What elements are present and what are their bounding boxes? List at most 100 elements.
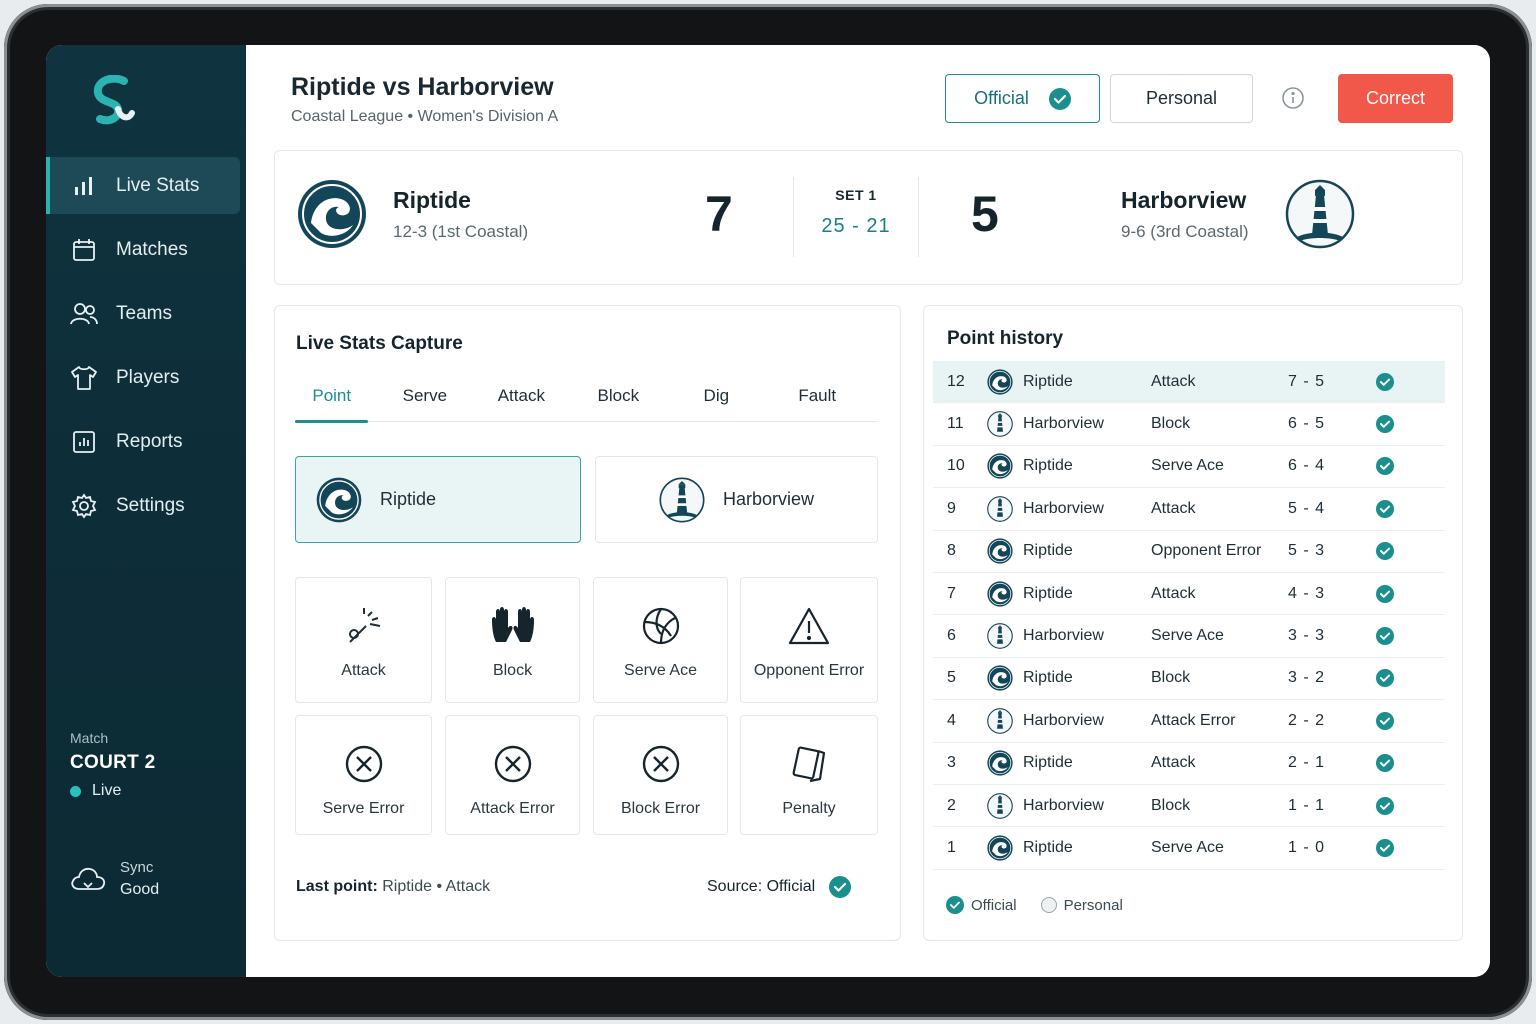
history-row[interactable]: 5 Riptide Block 3 - 2 <box>933 658 1445 701</box>
tab-fault[interactable]: Fault <box>757 376 877 421</box>
official-label: Official <box>974 88 1029 108</box>
panel-title: Live Stats Capture <box>296 333 463 354</box>
sidebar-item-teams[interactable]: Teams <box>46 285 240 342</box>
point-action: Attack <box>1151 584 1196 602</box>
check-circle-icon <box>1376 669 1416 688</box>
action-serve-error-button[interactable]: Serve Error <box>295 715 432 835</box>
close-circle-icon <box>493 742 533 786</box>
point-number: 3 <box>947 754 956 772</box>
tab-point[interactable]: Point <box>295 376 369 423</box>
history-row[interactable]: 2 Harborview Block 1 - 1 <box>933 785 1445 828</box>
action-penalty-button[interactable]: Penalty <box>740 715 878 835</box>
point-score: 1 - 1 <box>1288 796 1326 814</box>
check-circle-icon <box>1376 415 1416 434</box>
history-row[interactable]: 6 Harborview Serve Ace 3 - 3 <box>933 615 1445 658</box>
action-label: Attack <box>341 662 386 679</box>
sidebar-item-reports[interactable]: Reports <box>46 413 240 470</box>
last-point-value: Riptide • Attack <box>382 878 491 895</box>
away-team: Harborview 9-6 (3rd Coastal) <box>1121 179 1355 249</box>
spike-icon <box>342 604 386 648</box>
tab-block[interactable]: Block <box>562 376 676 421</box>
match-info: Match COURT 2 Live <box>70 730 156 800</box>
source-indicator: Source: Official <box>707 876 852 898</box>
point-score: 2 - 2 <box>1288 711 1326 729</box>
penalty-card-icon <box>790 742 828 786</box>
point-score: 4 - 3 <box>1288 584 1326 602</box>
point-action: Attack <box>1151 754 1196 772</box>
point-team: Riptide <box>1023 754 1073 772</box>
panel-title: Point history <box>947 328 1064 349</box>
info-icon[interactable] <box>1282 87 1304 109</box>
point-number: 6 <box>947 627 956 645</box>
history-row[interactable]: 12 Riptide Attack 7 - 5 <box>933 361 1445 404</box>
tab-attack[interactable]: Attack <box>481 376 561 421</box>
tab-dig[interactable]: Dig <box>675 376 757 421</box>
point-action: Serve Ace <box>1151 457 1224 475</box>
capture-tabs: Point Serve Attack Block Dig Fault <box>295 376 877 423</box>
history-row[interactable]: 1 Riptide Serve Ace 1 - 0 <box>933 827 1445 870</box>
point-score: 3 - 3 <box>1288 627 1326 645</box>
action-attack-button[interactable]: Attack <box>295 577 432 703</box>
action-attack-error-button[interactable]: Attack Error <box>445 715 580 835</box>
sync-label: Sync <box>120 859 154 876</box>
point-number: 8 <box>947 542 956 560</box>
legend-personal: Personal <box>1040 897 1123 914</box>
history-row[interactable]: 3 Riptide Attack 2 - 1 <box>933 743 1445 785</box>
point-number: 4 <box>947 711 956 729</box>
live-status: Live <box>70 782 156 800</box>
personal-toggle-button[interactable]: Personal <box>1110 74 1253 123</box>
check-circle-icon <box>1376 584 1416 603</box>
history-row[interactable]: 11 Harborview Block 6 - 5 <box>933 403 1445 446</box>
official-toggle-button[interactable]: Official <box>945 74 1100 123</box>
check-circle-icon <box>1376 457 1416 476</box>
action-label: Block Error <box>620 800 701 817</box>
jersey-icon <box>70 364 98 392</box>
point-history-panel: Point history 12 Riptide Attack 7 - 5 11 Harb… <box>923 305 1463 941</box>
point-team: Harborview <box>1023 415 1104 433</box>
legend-label: Official <box>971 896 1017 914</box>
home-team-record: 12-3 (1st Coastal) <box>393 221 529 241</box>
live-dot-icon <box>70 785 81 797</box>
action-block-error-button[interactable]: Block Error <box>593 715 728 835</box>
page-title: Riptide vs Harborview <box>291 73 554 101</box>
source-label: Source: <box>707 878 763 895</box>
team-select-harborview[interactable]: Harborview <box>595 456 878 543</box>
point-action: Block <box>1151 415 1191 433</box>
source-value: Official <box>766 878 816 895</box>
sidebar-item-matches[interactable]: Matches <box>46 221 240 278</box>
wave-logo-icon <box>987 581 1023 607</box>
point-score: 6 - 4 <box>1288 457 1326 475</box>
calendar-icon <box>70 236 98 264</box>
point-action: Attack <box>1151 499 1196 517</box>
gear-icon <box>70 492 98 520</box>
report-icon <box>70 428 98 456</box>
sidebar-item-settings[interactable]: Settings <box>46 477 240 534</box>
check-circle-icon <box>1376 499 1416 518</box>
point-team: Riptide <box>1023 838 1073 856</box>
live-stats-capture-panel: Live Stats Capture Point Serve Attack Bl… <box>274 305 901 941</box>
action-block-button[interactable]: Block <box>445 577 580 703</box>
correct-button[interactable]: Correct <box>1338 74 1453 123</box>
action-label: Opponent Error <box>753 662 865 679</box>
check-circle-icon <box>829 876 852 898</box>
sidebar-item-players[interactable]: Players <box>46 349 240 406</box>
point-score: 5 - 3 <box>1288 542 1326 560</box>
point-action: Opponent Error <box>1151 542 1262 560</box>
team-select-label: Harborview <box>722 489 815 509</box>
action-opponent-error-button[interactable]: Opponent Error <box>740 577 878 703</box>
history-row[interactable]: 10 Riptide Serve Ace 6 - 4 <box>933 446 1445 489</box>
point-number: 12 <box>947 372 965 390</box>
point-action: Serve Ace <box>1151 838 1224 856</box>
check-circle-icon <box>1376 838 1416 857</box>
team-select-riptide[interactable]: Riptide <box>295 456 581 543</box>
point-number: 10 <box>947 457 965 475</box>
history-row[interactable]: 9 Harborview Attack 5 - 4 <box>933 488 1445 531</box>
history-row[interactable]: 8 Riptide Opponent Error 5 - 3 <box>933 531 1445 573</box>
lighthouse-logo-icon <box>987 411 1023 437</box>
history-row[interactable]: 7 Riptide Attack 4 - 3 <box>933 573 1445 616</box>
history-row[interactable]: 4 Harborview Attack Error 2 - 2 <box>933 700 1445 743</box>
set-score: 25 - 21 <box>821 215 891 237</box>
tab-serve[interactable]: Serve <box>368 376 481 421</box>
action-serve-ace-button[interactable]: Serve Ace <box>593 577 728 703</box>
sidebar-item-live-stats[interactable]: Live Stats <box>46 157 240 214</box>
